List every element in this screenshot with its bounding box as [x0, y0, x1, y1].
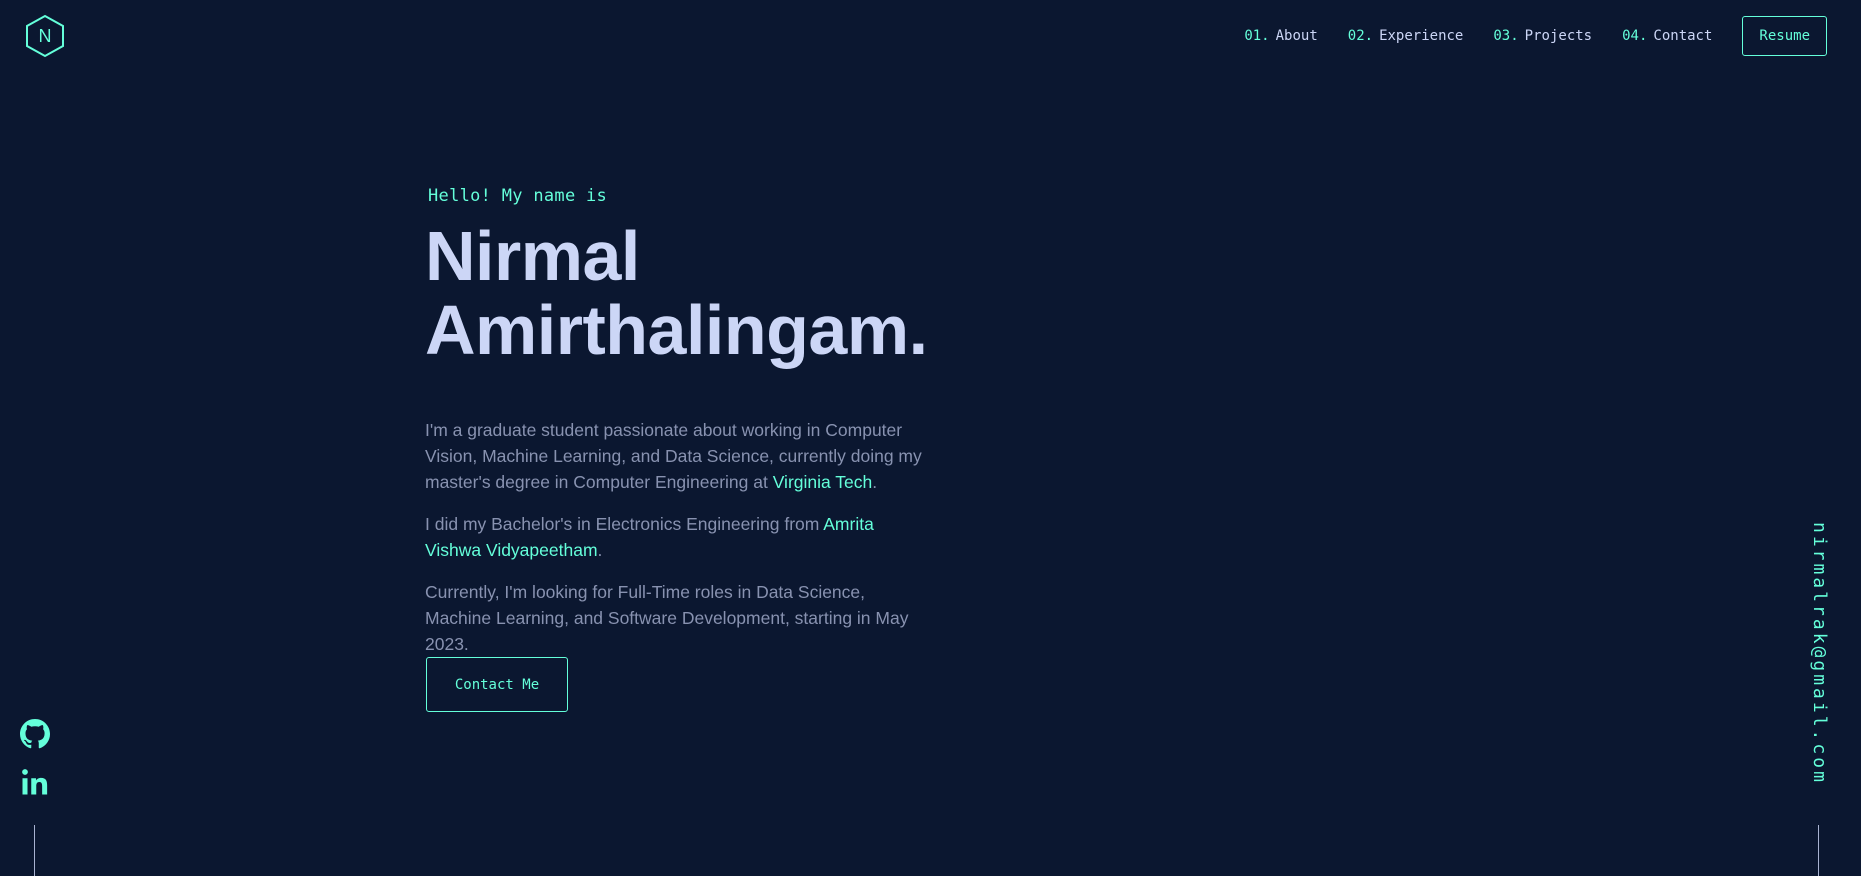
- linkedin-icon[interactable]: [20, 767, 50, 797]
- main-nav: 01. About 02. Experience 03. Projects 04. Co…: [1214, 0, 1827, 72]
- bio-paragraph-1: I'm a graduate student passionate about …: [425, 417, 925, 495]
- right-vertical-line: [1818, 825, 1819, 876]
- nav-item-about[interactable]: 01. About: [1244, 28, 1317, 44]
- bio-text: .: [872, 472, 878, 492]
- bio-paragraph-2: I did my Bachelor's in Electronics Engin…: [425, 511, 925, 563]
- resume-button[interactable]: Resume: [1742, 16, 1827, 56]
- nav-item-contact[interactable]: 04. Contact: [1622, 28, 1712, 44]
- hero-section: Hello! My name is Nirmal Amirthalingam. …: [425, 186, 1145, 673]
- nav-item-number: 04.: [1622, 28, 1648, 44]
- logo-hexagon-icon[interactable]: N: [24, 14, 66, 58]
- hero-bio: I'm a graduate student passionate about …: [425, 417, 925, 657]
- hero-greeting: Hello! My name is: [428, 186, 608, 206]
- bio-text: .: [597, 540, 603, 560]
- nav-item-experience[interactable]: 02. Experience: [1348, 28, 1464, 44]
- virginia-tech-link[interactable]: Virginia Tech: [773, 472, 873, 492]
- nav-item-label: About: [1275, 28, 1318, 44]
- bio-paragraph-3: Currently, I'm looking for Full-Time rol…: [425, 582, 909, 654]
- contact-me-button[interactable]: Contact Me: [426, 657, 568, 712]
- left-vertical-line: [34, 825, 35, 876]
- email-link[interactable]: nirmalrak@gmail.com: [1809, 522, 1830, 785]
- logo-letter: N: [39, 26, 52, 46]
- github-icon[interactable]: [20, 719, 50, 749]
- nav-item-number: 03.: [1493, 28, 1519, 44]
- nav-item-projects[interactable]: 03. Projects: [1493, 28, 1592, 44]
- nav-item-label: Experience: [1379, 28, 1464, 44]
- hero-name: Nirmal Amirthalingam.: [425, 217, 928, 369]
- nav-item-number: 02.: [1347, 28, 1374, 44]
- nav-item-label: Contact: [1653, 28, 1713, 44]
- nav-item-number: 01.: [1244, 28, 1270, 44]
- bio-text: I did my Bachelor's in Electronics Engin…: [425, 514, 824, 534]
- nav-item-label: Projects: [1524, 28, 1593, 44]
